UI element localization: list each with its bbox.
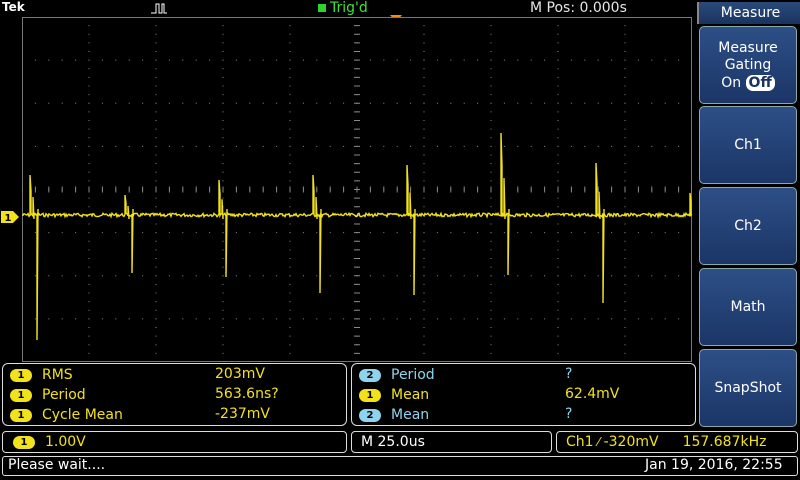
waveform-display — [22, 17, 692, 362]
trigger-readout[interactable]: Ch1 ⁄ -320mV 157.687kHz — [556, 431, 798, 453]
measurement-name: Period — [391, 367, 435, 383]
trigger-status-text: Trig'd — [330, 0, 368, 16]
measurements-panel-right: 2 Period ? 1 Mean 62.4mV 2 Mean ? — [351, 363, 696, 426]
math-button[interactable]: Math — [699, 268, 797, 346]
channel-badge: 1 — [359, 388, 381, 402]
measure-gating-button[interactable]: Measure Gating On Off — [699, 26, 797, 104]
channel-badge: 1 — [10, 368, 32, 382]
measurement-row: 1 Cycle Mean — [10, 406, 123, 424]
measurement-value: ? — [565, 366, 573, 382]
trigger-type-icon — [151, 3, 167, 14]
trigger-source: Ch1 — [566, 434, 594, 450]
measurement-row: 2 Period — [359, 366, 435, 384]
gating-off-option[interactable]: Off — [745, 74, 775, 91]
measurement-value: ? — [565, 406, 573, 422]
measurement-row: 1 Mean — [359, 386, 429, 404]
date-time: Jan 19, 2016, 22:55 — [645, 457, 783, 473]
measurement-name: Mean — [391, 387, 430, 403]
channel-badge: 1 — [10, 408, 32, 422]
trigger-level: -320mV — [603, 434, 659, 450]
measurement-value: 563.6ns? — [215, 386, 279, 402]
measurement-value: 203mV — [215, 366, 265, 382]
ch1-button[interactable]: Ch1 — [699, 106, 797, 184]
graticule — [22, 17, 692, 362]
measurement-value: 62.4mV — [565, 386, 620, 402]
channel-badge: 1 — [13, 435, 35, 449]
menu-title: Measure — [697, 2, 800, 24]
measurement-row: 1 Period — [10, 386, 86, 404]
trigger-slope-icon: ⁄ — [597, 435, 600, 449]
measurement-value: -237mV — [215, 406, 270, 422]
timebase-readout[interactable]: M 25.0us — [351, 431, 552, 453]
timebase-value: M 25.0us — [361, 434, 425, 450]
measurement-name: Cycle Mean — [42, 407, 123, 423]
measurement-row: 1 RMS — [10, 366, 73, 384]
horizontal-position: M Pos: 0.000s — [530, 0, 627, 16]
ch2-button[interactable]: Ch2 — [699, 187, 797, 265]
trigger-status-icon — [318, 4, 326, 12]
measure-gating-label: Measure Gating — [718, 39, 778, 73]
trigger-status: Trig'd — [318, 0, 368, 16]
measurement-row: 2 Mean — [359, 406, 429, 424]
channel-badge: 2 — [359, 408, 381, 422]
ch1-scale-readout[interactable]: 1 1.00V — [2, 431, 347, 453]
trigger-frequency: 157.687kHz — [682, 434, 767, 450]
channel-badge: 1 — [10, 388, 32, 402]
measurement-name: Mean — [391, 407, 430, 423]
measurement-name: Period — [42, 387, 86, 403]
status-message: Please wait.... — [8, 457, 106, 473]
status-footer: Please wait.... Jan 19, 2016, 22:55 — [2, 456, 798, 476]
measurement-name: RMS — [42, 367, 73, 383]
channel-badge: 2 — [359, 368, 381, 382]
ch1-level-marker[interactable]: 1 — [0, 210, 20, 224]
brand-logo: Tek — [2, 0, 25, 14]
ch1-volts-per-div: 1.00V — [45, 434, 86, 450]
measurements-panel-left: 1 RMS 203mV 1 Period 563.6ns? 1 Cycle Me… — [2, 363, 347, 426]
svg-text:1: 1 — [5, 213, 12, 224]
snapshot-button[interactable]: SnapShot — [699, 349, 797, 427]
gating-on-option[interactable]: On — [721, 75, 741, 91]
